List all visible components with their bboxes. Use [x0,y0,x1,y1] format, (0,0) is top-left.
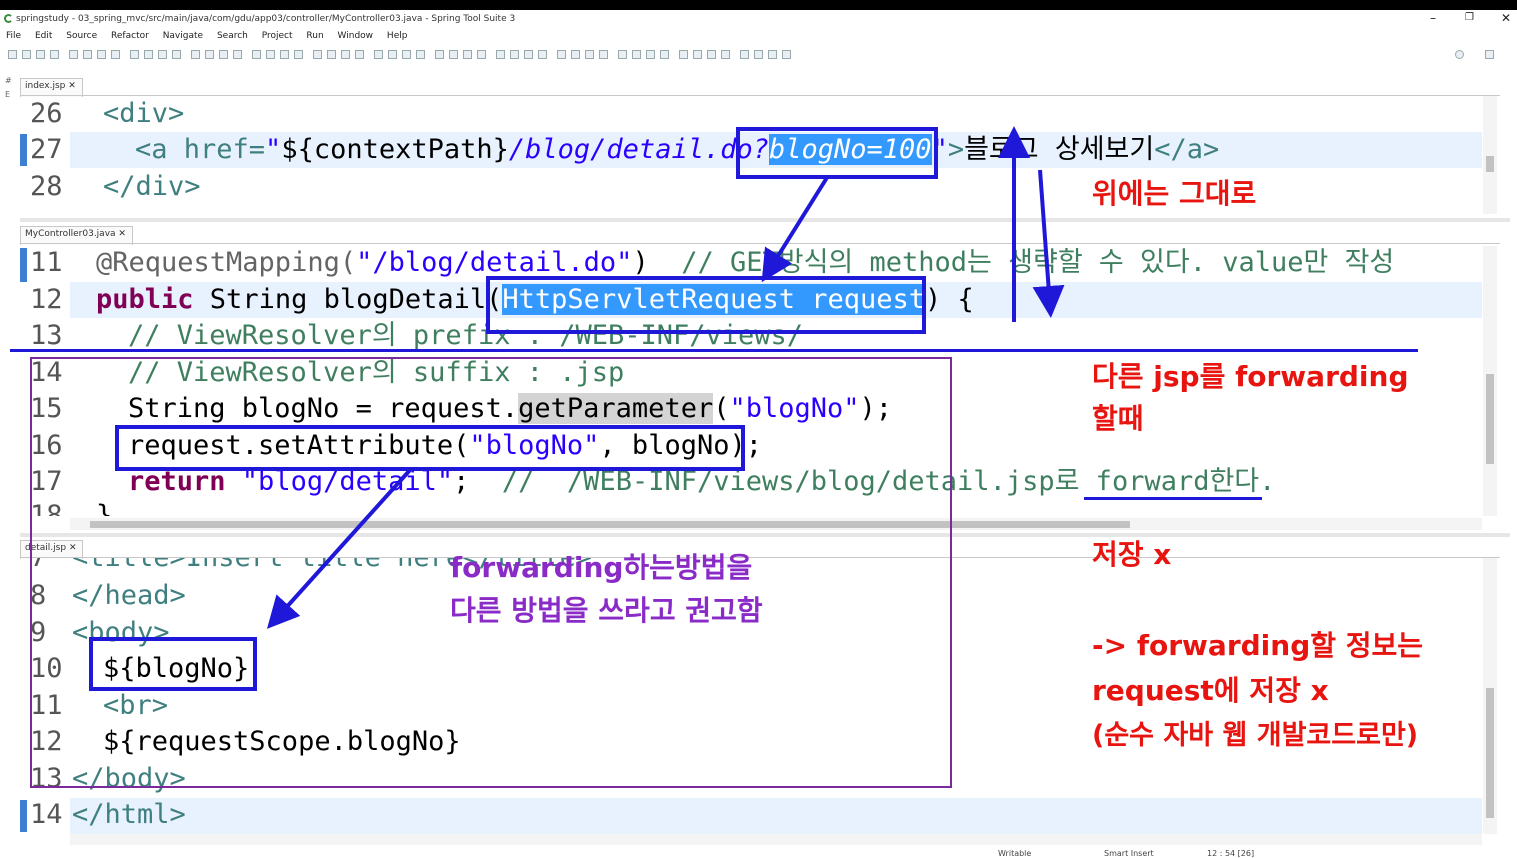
annotation-red-3: 저장 x [1092,538,1172,571]
arrow-down [1032,169,1065,318]
left-side-gutter: # E [5,76,12,99]
annotation-purple-1: forwarding하는방법을 [450,551,753,584]
arrow-param-to-request [761,174,830,283]
annotation-red-4c: (순수 자바 웹 개발코드로만) [1092,720,1419,751]
annotation-purple-2: 다른 방법을 쓰라고 권고함 [450,594,763,627]
annotation-red-4a: -> forwarding할 정보는 [1092,629,1424,662]
annotation-red-1: 위에는 그대로 [1092,177,1257,210]
arrow-attribute-to-el [266,468,412,629]
annotation-red-4b: request에 저장 x [1092,674,1329,707]
annotation-red-2b: 할때 [1092,402,1144,435]
annotation-red-2a: 다른 jsp를 forwarding [1092,360,1409,393]
